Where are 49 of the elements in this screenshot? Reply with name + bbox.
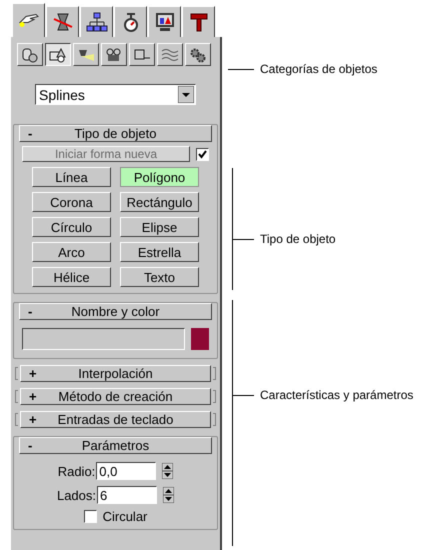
- number-field[interactable]: 6: [97, 486, 158, 504]
- rollout-header[interactable]: + Interpolación: [20, 365, 211, 382]
- name-field[interactable]: [22, 328, 185, 350]
- field-label: Radio:: [58, 464, 96, 478]
- camera-icon: [105, 46, 123, 62]
- shape-button[interactable]: Estrella: [120, 242, 199, 262]
- command-tab[interactable]: [182, 6, 215, 37]
- hand-pointer-icon: [18, 14, 38, 27]
- gears-icon: [189, 46, 207, 62]
- shape-button[interactable]: Elipse: [120, 217, 199, 237]
- command-tab[interactable]: [80, 6, 113, 37]
- waves-icon: [161, 46, 179, 62]
- hierarchy-icon: [86, 11, 108, 33]
- command-tab[interactable]: [12, 3, 45, 37]
- tape-measure-icon: [133, 46, 151, 62]
- sphere-cylinder-icon: [21, 46, 39, 62]
- rollout-header[interactable]: - Tipo de objeto: [19, 125, 212, 142]
- rollout-header[interactable]: + Método de creación: [20, 388, 211, 405]
- annotation-label: Características y parámetros: [260, 387, 414, 404]
- shape-button[interactable]: Círculo: [32, 217, 111, 237]
- dropdown-arrow-icon[interactable]: [178, 86, 194, 103]
- checkbox-label: Circular: [102, 510, 148, 523]
- shape-button[interactable]: Hélice: [32, 267, 111, 287]
- field-label: Lados:: [56, 488, 96, 502]
- category-dropdown[interactable]: Splines: [35, 84, 196, 105]
- leader-line: [228, 68, 254, 70]
- shapes-icon: [49, 46, 67, 62]
- command-tab[interactable]: [46, 6, 79, 37]
- shape-button[interactable]: Texto: [120, 267, 199, 287]
- spinner-icon[interactable]: [162, 463, 174, 479]
- hammer-icon: [188, 11, 210, 33]
- shape-button[interactable]: Rectángulo: [120, 192, 199, 212]
- rollout-header[interactable]: + Entradas de teclado: [20, 411, 211, 428]
- checkbox[interactable]: [84, 510, 97, 523]
- color-swatch[interactable]: [191, 328, 209, 350]
- category-button[interactable]: [45, 43, 71, 66]
- shape-button[interactable]: Corona: [32, 192, 111, 212]
- shape-button[interactable]: Polígono: [120, 167, 199, 187]
- monitor-icon: [154, 11, 176, 33]
- number-field[interactable]: 0,0: [96, 462, 156, 480]
- command-tab[interactable]: [148, 6, 181, 37]
- shape-button[interactable]: Línea: [32, 167, 111, 187]
- rollout-header[interactable]: - Nombre y color: [19, 303, 212, 320]
- spinner-icon[interactable]: [163, 487, 174, 503]
- rollout-header[interactable]: - Parámetros: [19, 437, 212, 454]
- command-tab[interactable]: [114, 6, 147, 37]
- annotation-label: Tipo de objeto: [260, 231, 336, 248]
- shape-button[interactable]: Arco: [32, 242, 111, 262]
- annotation-label: Categorías de objetos: [260, 61, 378, 78]
